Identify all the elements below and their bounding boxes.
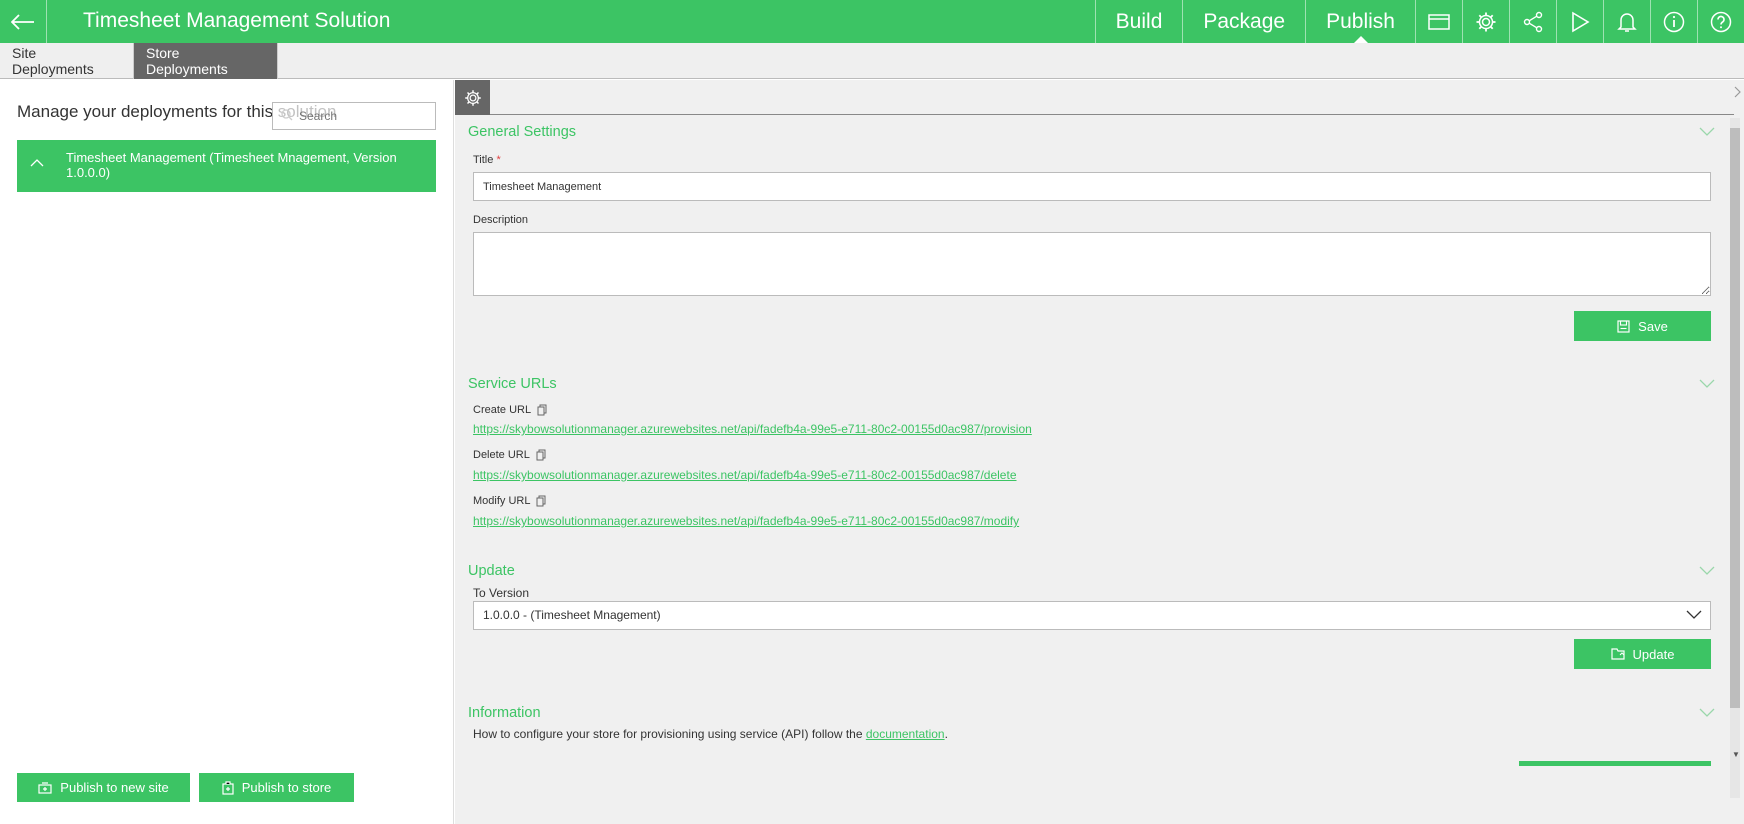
settings-button[interactable] bbox=[1462, 0, 1509, 43]
nav-build[interactable]: Build bbox=[1094, 0, 1183, 43]
copy-icon[interactable] bbox=[537, 404, 547, 416]
deployment-item[interactable]: Timesheet Management (Timesheet Mnagemen… bbox=[17, 140, 436, 192]
chevron-down-icon[interactable] bbox=[1699, 379, 1715, 389]
app-title: Timesheet Management Solution bbox=[83, 9, 391, 32]
copy-icon[interactable] bbox=[536, 495, 546, 507]
chevron-down-icon bbox=[1686, 610, 1702, 619]
help-button[interactable] bbox=[1697, 0, 1744, 43]
gear-icon bbox=[464, 89, 481, 106]
to-version-label: To Version bbox=[473, 586, 530, 600]
copy-icon[interactable] bbox=[536, 449, 546, 461]
nav-publish[interactable]: Publish bbox=[1305, 0, 1415, 43]
publish-store-label: Publish to store bbox=[241, 780, 332, 795]
top-nav: Build Package Publish bbox=[1094, 0, 1744, 43]
deployments-pane: Manage your deployments for this solutio… bbox=[0, 80, 454, 824]
update-button[interactable]: Update bbox=[1574, 639, 1711, 669]
chevron-up-icon bbox=[30, 159, 44, 167]
delete-url-link[interactable]: https://skybowsolutionmanager.azurewebsi… bbox=[473, 468, 1017, 482]
chevron-down-icon[interactable] bbox=[1699, 566, 1715, 576]
card-button[interactable] bbox=[1415, 0, 1462, 43]
notifications-button[interactable] bbox=[1603, 0, 1650, 43]
tab-site-deployments[interactable]: Site Deployments bbox=[0, 43, 134, 79]
search-input[interactable] bbox=[272, 102, 436, 130]
create-url-label: Create URL bbox=[473, 404, 547, 416]
partial-button[interactable] bbox=[1519, 761, 1711, 766]
update-title: Update bbox=[468, 563, 515, 579]
bell-icon bbox=[1617, 12, 1637, 32]
nav-package[interactable]: Package bbox=[1182, 0, 1305, 43]
chevron-down-icon[interactable] bbox=[1699, 708, 1715, 718]
description-label: Description bbox=[473, 214, 529, 226]
create-url-link[interactable]: https://skybowsolutionmanager.azurewebsi… bbox=[473, 422, 1032, 436]
share-icon bbox=[1523, 11, 1543, 32]
save-button[interactable]: Save bbox=[1574, 311, 1711, 341]
help-icon bbox=[1710, 11, 1732, 32]
play-icon bbox=[1572, 11, 1590, 32]
information-text: How to configure your store for provisio… bbox=[473, 727, 948, 741]
deployment-item-label: Timesheet Management (Timesheet Mnagemen… bbox=[66, 150, 397, 180]
card-icon bbox=[1428, 13, 1450, 30]
tab-store-deployments[interactable]: Store Deployments bbox=[134, 43, 278, 79]
info-icon bbox=[1663, 11, 1685, 32]
deployment-tabs: Site Deployments Store Deployments bbox=[0, 43, 1744, 79]
site-icon bbox=[38, 781, 52, 794]
top-bar: Timesheet Management Solution Build Pack… bbox=[0, 0, 1744, 43]
publish-new-site-label: Publish to new site bbox=[60, 780, 169, 795]
documentation-link[interactable]: documentation bbox=[866, 727, 945, 741]
gear-icon bbox=[1476, 12, 1496, 31]
publish-store-button[interactable]: Publish to store bbox=[199, 773, 354, 802]
back-button[interactable] bbox=[0, 0, 47, 43]
store-icon bbox=[222, 780, 234, 795]
chevron-right-icon[interactable] bbox=[1734, 86, 1742, 101]
run-button[interactable] bbox=[1556, 0, 1603, 43]
title-label: Title * bbox=[473, 154, 501, 166]
vertical-scrollbar[interactable] bbox=[1730, 118, 1740, 798]
chevron-down-icon[interactable] bbox=[1699, 127, 1715, 137]
scrollbar-thumb[interactable] bbox=[1730, 128, 1740, 708]
title-input[interactable] bbox=[473, 172, 1711, 201]
general-settings-title: General Settings bbox=[468, 124, 577, 140]
description-input[interactable] bbox=[473, 232, 1711, 296]
modify-url-link[interactable]: https://skybowsolutionmanager.azurewebsi… bbox=[473, 514, 1019, 528]
settings-tab[interactable] bbox=[455, 80, 490, 115]
save-label: Save bbox=[1638, 318, 1668, 334]
version-select[interactable]: 1.0.0.0 - (Timesheet Mnagement) bbox=[473, 601, 1711, 630]
info-button[interactable] bbox=[1650, 0, 1697, 43]
share-button[interactable] bbox=[1509, 0, 1556, 43]
save-icon bbox=[1617, 319, 1630, 333]
version-selected-value: 1.0.0.0 - (Timesheet Mnagement) bbox=[483, 608, 661, 622]
service-urls-title: Service URLs bbox=[468, 376, 557, 392]
settings-pane: ▼ General Settings Title * Description S… bbox=[455, 80, 1744, 824]
scroll-down-icon[interactable]: ▼ bbox=[1732, 750, 1740, 759]
required-mark: * bbox=[496, 154, 501, 166]
update-icon bbox=[1610, 648, 1625, 660]
tab-divider bbox=[490, 114, 1734, 115]
information-title: Information bbox=[468, 705, 541, 721]
delete-url-label: Delete URL bbox=[473, 449, 546, 461]
modify-url-label: Modify URL bbox=[473, 495, 546, 507]
update-label: Update bbox=[1632, 646, 1675, 662]
back-arrow-icon bbox=[11, 13, 34, 30]
search-icon bbox=[281, 109, 293, 121]
publish-new-site-button[interactable]: Publish to new site bbox=[17, 773, 190, 802]
